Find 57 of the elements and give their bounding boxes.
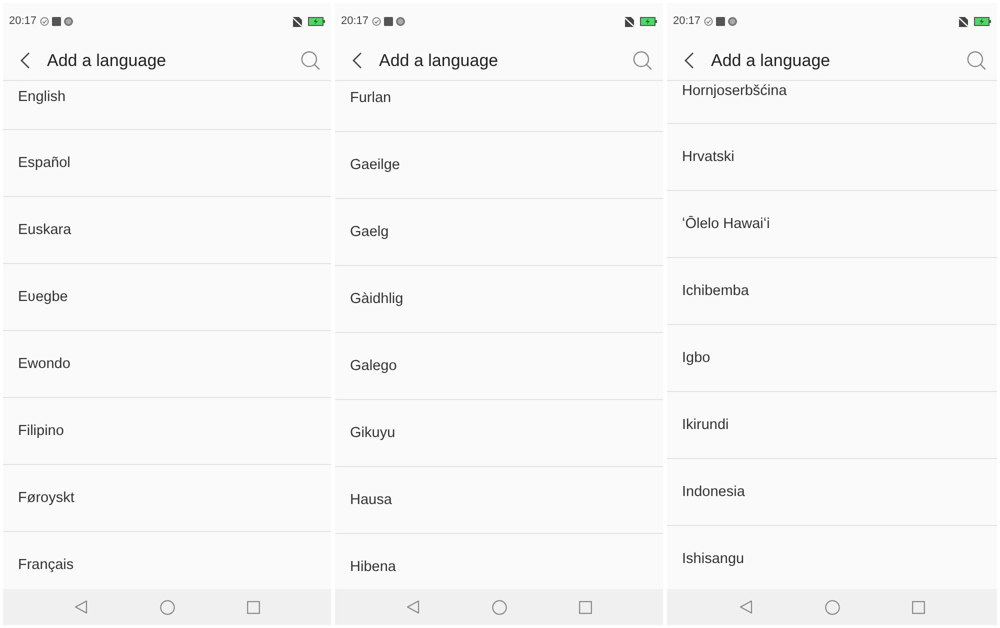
status-time: 20:17 (673, 16, 701, 27)
language-item[interactable]: Gàidhlig (335, 266, 663, 333)
language-item[interactable]: Gaeilge (335, 132, 663, 199)
home-icon[interactable] (492, 600, 507, 614)
language-item[interactable]: Hausa (335, 467, 663, 534)
language-item[interactable]: Hornjoserbšćina (667, 81, 997, 124)
dot-icon (728, 17, 737, 26)
language-item[interactable]: Gaelg (335, 199, 663, 266)
dot-icon (64, 17, 73, 26)
language-item[interactable]: Ewondo (3, 331, 331, 398)
language-item[interactable]: Filipino (3, 398, 331, 465)
language-item[interactable]: Español (3, 130, 331, 197)
search-icon[interactable] (301, 50, 320, 70)
recents-icon[interactable] (912, 600, 925, 614)
language-item[interactable]: Galego (335, 333, 663, 400)
screen-title: Add a language (379, 52, 500, 68)
nav-back-icon[interactable] (739, 600, 753, 614)
check-circle-icon (704, 17, 713, 26)
language-item[interactable]: Gikuyu (335, 400, 663, 467)
check-circle-icon (372, 17, 381, 26)
status-time: 20:17 (9, 16, 37, 27)
language-item[interactable]: English (3, 81, 331, 130)
language-item[interactable]: Euskara (3, 197, 331, 264)
nav-back-icon[interactable] (74, 600, 88, 614)
battery-icon (308, 17, 325, 26)
language-item[interactable]: Hrvatski (667, 124, 997, 191)
search-icon[interactable] (633, 50, 652, 70)
no-sim-icon (293, 16, 302, 26)
home-icon[interactable] (160, 600, 175, 614)
square-icon (384, 17, 393, 26)
screen-title: Add a language (711, 52, 832, 68)
language-item[interactable]: Eʋegbe (3, 264, 331, 331)
recents-icon[interactable] (579, 600, 592, 614)
dot-icon (396, 17, 405, 26)
battery-icon (974, 17, 991, 26)
nav-back-icon[interactable] (406, 600, 420, 614)
square-icon (716, 17, 725, 26)
battery-icon (640, 17, 657, 26)
language-item[interactable]: Ikirundi (667, 392, 997, 459)
square-icon (52, 17, 61, 26)
language-item[interactable]: Indonesia (667, 459, 997, 526)
back-icon[interactable] (352, 52, 362, 68)
language-item[interactable]: Furlan (335, 81, 663, 132)
home-icon[interactable] (825, 600, 840, 614)
language-item[interactable]: Igbo (667, 325, 997, 392)
recents-icon[interactable] (247, 600, 260, 614)
back-icon[interactable] (20, 52, 30, 68)
screen-title: Add a language (47, 52, 168, 68)
no-sim-icon (625, 16, 634, 26)
language-item[interactable]: Ichibemba (667, 258, 997, 325)
search-icon[interactable] (967, 50, 986, 70)
language-item[interactable]: Føroyskt (3, 465, 331, 532)
language-item[interactable]: ʻŌlelo Hawaiʻi (667, 191, 997, 258)
no-sim-icon (959, 16, 968, 26)
back-icon[interactable] (684, 52, 694, 68)
status-time: 20:17 (341, 16, 369, 27)
check-circle-icon (40, 17, 49, 26)
